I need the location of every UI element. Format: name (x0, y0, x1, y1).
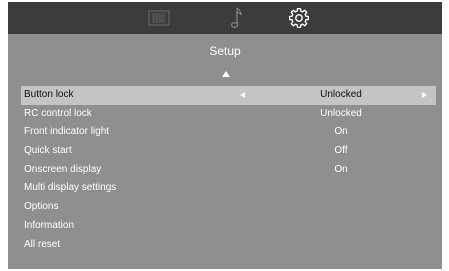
menu-item-label: Options (24, 201, 59, 213)
menu-item-label: Information (24, 219, 75, 231)
page-title: Setup (209, 44, 241, 58)
scroll-up-arrow-icon (222, 71, 230, 77)
menu-item-value: Off (334, 145, 348, 157)
menu-item-label: Onscreen display (24, 163, 102, 175)
settings-menu: Button lock Unlocked RC control lock Unl… (21, 86, 436, 254)
menu-item-label: All reset (24, 238, 61, 250)
menu-item-rc-control-lock[interactable]: RC control lock Unlocked (21, 105, 436, 124)
osd-screen: Setup Button lock Unlocked RC control lo… (8, 2, 442, 269)
menu-item-front-indicator-light[interactable]: Front indicator light On (21, 123, 436, 142)
tab-display[interactable] (144, 2, 174, 34)
tab-setup[interactable] (286, 2, 312, 34)
menu-item-value: On (334, 163, 348, 175)
menu-item-label: Front indicator light (24, 126, 110, 138)
menu-item-information[interactable]: Information (21, 217, 436, 236)
menu-item-quick-start[interactable]: Quick start Off (21, 142, 436, 161)
arrow-left-icon[interactable] (240, 92, 245, 98)
menu-item-options[interactable]: Options (21, 198, 436, 217)
menu-item-label: Quick start (24, 145, 72, 157)
menu-item-value: On (334, 126, 348, 138)
menu-item-value: Unlocked (320, 89, 362, 100)
music-note-icon (230, 7, 242, 28)
tab-audio[interactable] (226, 2, 246, 34)
display-icon (148, 10, 170, 26)
menu-item-all-reset[interactable]: All reset (21, 236, 436, 255)
gear-icon (289, 8, 309, 28)
menu-item-value: Unlocked (320, 107, 362, 119)
menu-item-label: Multi display settings (24, 182, 117, 194)
menu-item-onscreen-display[interactable]: Onscreen display On (21, 161, 436, 180)
menu-item-label: Button lock (24, 89, 74, 100)
arrow-right-icon[interactable] (422, 92, 427, 98)
menu-item-button-lock[interactable]: Button lock Unlocked (21, 86, 436, 105)
category-tab-bar (8, 2, 442, 34)
menu-item-label: RC control lock (24, 107, 92, 119)
menu-item-multi-display-settings[interactable]: Multi display settings (21, 179, 436, 198)
